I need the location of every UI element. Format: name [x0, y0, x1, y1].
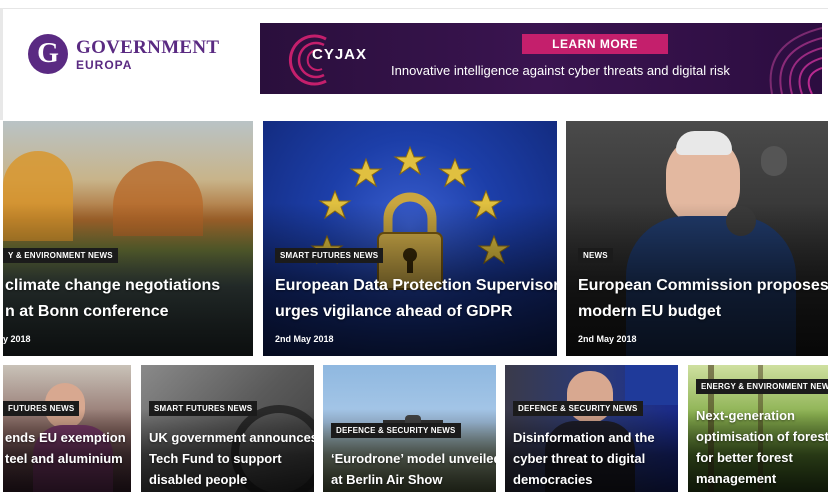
category-badge[interactable]: DEFENCE & SECURITY NEWS: [331, 423, 461, 438]
article-date: 2nd May 2018: [578, 334, 637, 344]
featured-card-climate[interactable]: Y & ENVIRONMENT NEWS climate change nego…: [3, 121, 253, 356]
article-title[interactable]: management: [696, 468, 776, 489]
article-title[interactable]: Tech Fund to support: [149, 448, 282, 469]
left-border: [0, 8, 3, 120]
article-title[interactable]: n at Bonn conference: [5, 299, 169, 325]
article-title[interactable]: optimisation of forest da: [696, 426, 828, 447]
category-badge[interactable]: FUTURES NEWS: [3, 401, 80, 416]
article-title[interactable]: for better forest: [696, 447, 793, 468]
learn-more-button[interactable]: LEARN MORE: [522, 34, 668, 54]
article-title[interactable]: teel and aluminium: [5, 448, 123, 469]
article-title[interactable]: ‘Eurodrone’ model unveiled: [331, 448, 496, 469]
category-badge[interactable]: SMART FUTURES NEWS: [275, 248, 384, 263]
article-title[interactable]: ends EU exemption: [5, 427, 126, 448]
cyjax-banner-ad[interactable]: CYJAX LEARN MORE Innovative intelligence…: [260, 23, 822, 94]
secondary-card-forest[interactable]: ENERGY & ENVIRONMENT NEWS Next-generatio…: [688, 365, 828, 492]
article-title[interactable]: at Berlin Air Show: [331, 469, 442, 490]
logo-g-icon: G: [28, 34, 68, 74]
article-title[interactable]: UK government announces: [149, 427, 314, 448]
category-badge[interactable]: DEFENCE & SECURITY NEWS: [513, 401, 643, 416]
article-title[interactable]: Next-generation: [696, 405, 795, 426]
article-title[interactable]: Disinformation and the: [513, 427, 655, 448]
article-title[interactable]: European Data Protection Supervisor: [275, 273, 557, 299]
article-title[interactable]: disabled people: [149, 469, 247, 490]
banner-swirl-decoration: [769, 27, 822, 94]
logo-main-text: GOVERNMENT: [76, 36, 220, 58]
category-badge[interactable]: Y & ENVIRONMENT NEWS: [3, 248, 118, 263]
article-title[interactable]: European Commission proposes a: [578, 273, 828, 299]
featured-card-gdpr[interactable]: SMART FUTURES NEWS European Data Protect…: [263, 121, 557, 356]
article-date: y 2018: [3, 334, 31, 344]
article-title[interactable]: urges vigilance ahead of GDPR: [275, 299, 512, 325]
category-badge[interactable]: ENERGY & ENVIRONMENT NEWS: [696, 379, 828, 394]
secondary-card-eu-exemption[interactable]: FUTURES NEWS ends EU exemption teel and …: [3, 365, 131, 492]
article-title[interactable]: cyber threat to digital: [513, 448, 645, 469]
person-hair: [676, 131, 732, 155]
article-title[interactable]: climate change negotiations: [5, 273, 220, 299]
featured-card-eu-budget[interactable]: NEWS European Commission proposes a mode…: [566, 121, 828, 356]
article-title[interactable]: democracies: [513, 469, 593, 490]
top-border: [0, 0, 828, 9]
category-badge[interactable]: NEWS: [578, 248, 613, 263]
banner-tagline: Innovative intelligence against cyber th…: [391, 63, 730, 78]
secondary-card-tech-fund[interactable]: SMART FUTURES NEWS UK government announc…: [141, 365, 314, 492]
category-badge[interactable]: SMART FUTURES NEWS: [149, 401, 258, 416]
logo-sub-text: EUROPA: [76, 57, 133, 72]
site-logo[interactable]: G GOVERNMENT EUROPA: [28, 33, 219, 75]
secondary-card-eurodrone[interactable]: DEFENCE & SECURITY NEWS ‘Eurodrone’ mode…: [323, 365, 496, 492]
cyjax-brand: CYJAX: [312, 46, 368, 63]
secondary-card-disinformation[interactable]: DEFENCE & SECURITY NEWS Disinformation a…: [505, 365, 678, 492]
article-date: 2nd May 2018: [275, 334, 334, 344]
eu-flag-shape: [625, 365, 678, 405]
microphone-shape: [761, 146, 787, 176]
article-title[interactable]: modern EU budget: [578, 299, 721, 325]
